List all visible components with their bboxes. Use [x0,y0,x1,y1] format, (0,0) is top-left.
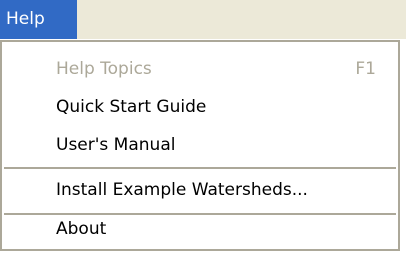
menu-item-label: About [56,219,107,239]
menu-help[interactable]: Help [0,0,77,39]
menu-item-quick-start-guide[interactable]: Quick Start Guide [4,88,396,126]
help-dropdown-menu: Help Topics F1 Quick Start Guide User's … [0,40,400,251]
menu-item-label: User's Manual [56,135,176,155]
menu-item-label: Install Example Watersheds... [56,180,308,200]
menu-item-about[interactable]: About [4,210,396,248]
menu-item-shortcut: F1 [355,59,376,79]
menu-item-help-topics[interactable]: Help Topics F1 [4,50,396,88]
menu-item-users-manual[interactable]: User's Manual [4,126,396,164]
menu-item-label: Help Topics [56,59,152,79]
menu-separator [4,167,396,169]
menu-item-install-example-watersheds[interactable]: Install Example Watersheds... [4,171,396,209]
menu-bar: Help [0,0,406,39]
menu-item-label: Quick Start Guide [56,97,207,117]
